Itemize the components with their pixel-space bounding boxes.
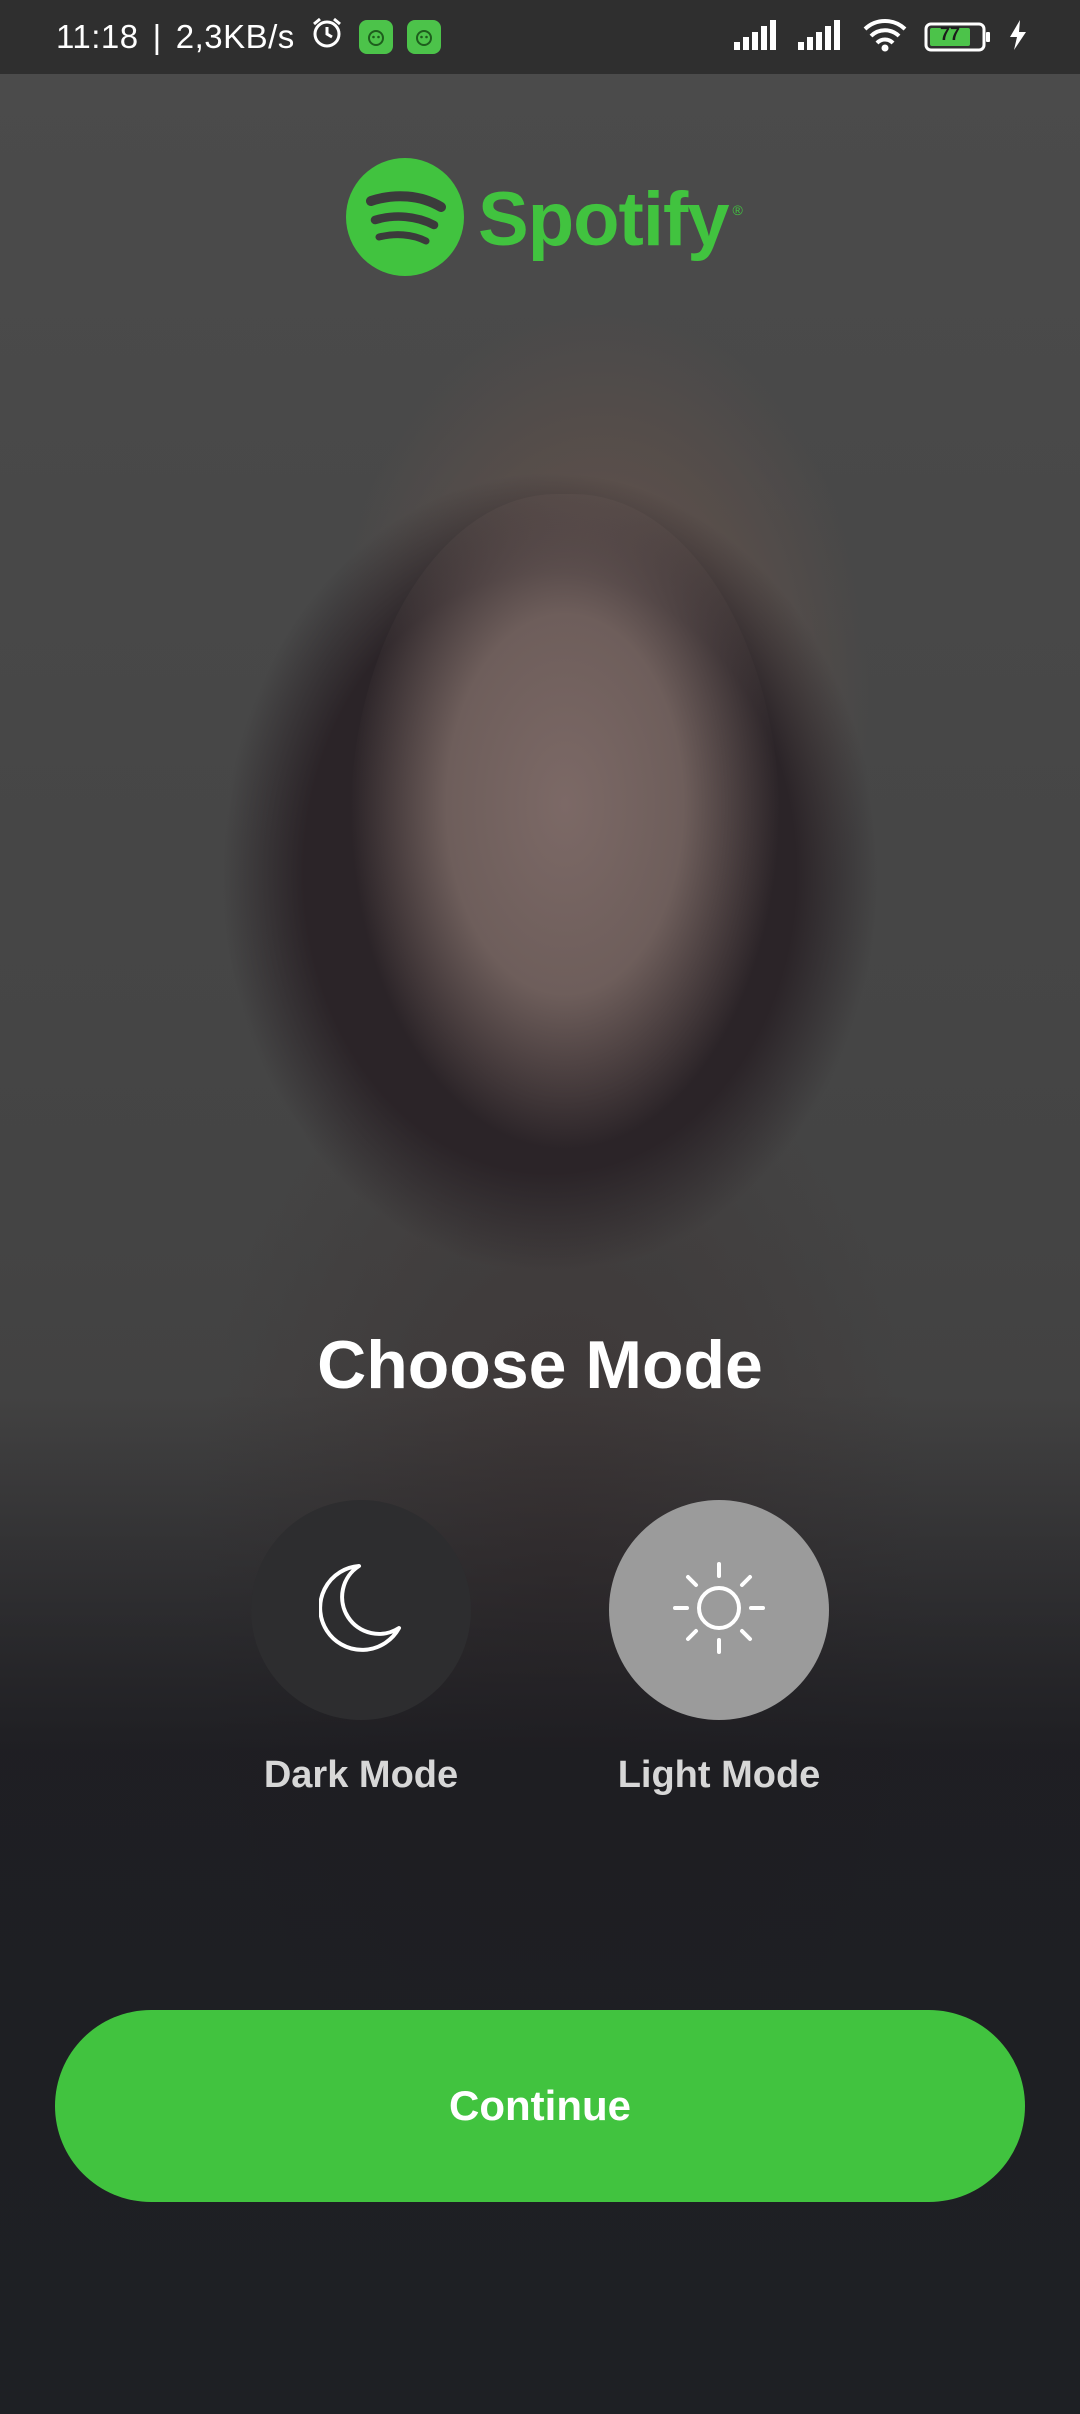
- alarm-icon: [309, 15, 345, 59]
- signal-icon: [734, 19, 782, 55]
- status-bar: 11:18 | 2,3KB/s 77: [0, 0, 1080, 74]
- spotify-icon: [346, 158, 464, 281]
- light-mode-button[interactable]: [609, 1500, 829, 1720]
- background-photo-face: [350, 494, 780, 1184]
- dark-mode-option[interactable]: Dark Mode: [251, 1500, 471, 1797]
- dark-mode-button[interactable]: [251, 1500, 471, 1720]
- light-mode-label: Light Mode: [617, 1754, 821, 1796]
- background-photo-jacket: [0, 1394, 1080, 2414]
- app-badge-icon: [406, 20, 441, 54]
- continue-button[interactable]: Continue: [55, 2010, 1025, 2202]
- light-mode-option[interactable]: Light Mode: [609, 1500, 829, 1797]
- status-bar-left: 11:18 | 2,3KB/s: [56, 15, 441, 59]
- signal-icon: [798, 19, 846, 55]
- page-title: Choose Mode: [317, 1327, 763, 1403]
- moon-icon: [318, 1562, 403, 1659]
- registered-mark: ®: [732, 202, 743, 218]
- dark-mode-label: Dark Mode: [263, 1754, 459, 1796]
- battery-icon: 77: [924, 21, 992, 53]
- background-photo: [0, 74, 1080, 2414]
- charging-icon: [1008, 19, 1028, 55]
- network-speed: 2,3KB/s: [175, 18, 295, 55]
- sun-icon: [671, 1560, 767, 1661]
- wifi-icon: [862, 18, 908, 57]
- battery-level: 77: [940, 24, 961, 44]
- status-separator: |: [152, 18, 162, 55]
- status-time: 11:18: [56, 18, 139, 55]
- spotify-logo: Spotify ®: [346, 158, 743, 281]
- app-badge-icon: [358, 20, 393, 54]
- status-bar-right: 77: [734, 18, 1028, 57]
- spotify-wordmark: Spotify: [478, 177, 730, 262]
